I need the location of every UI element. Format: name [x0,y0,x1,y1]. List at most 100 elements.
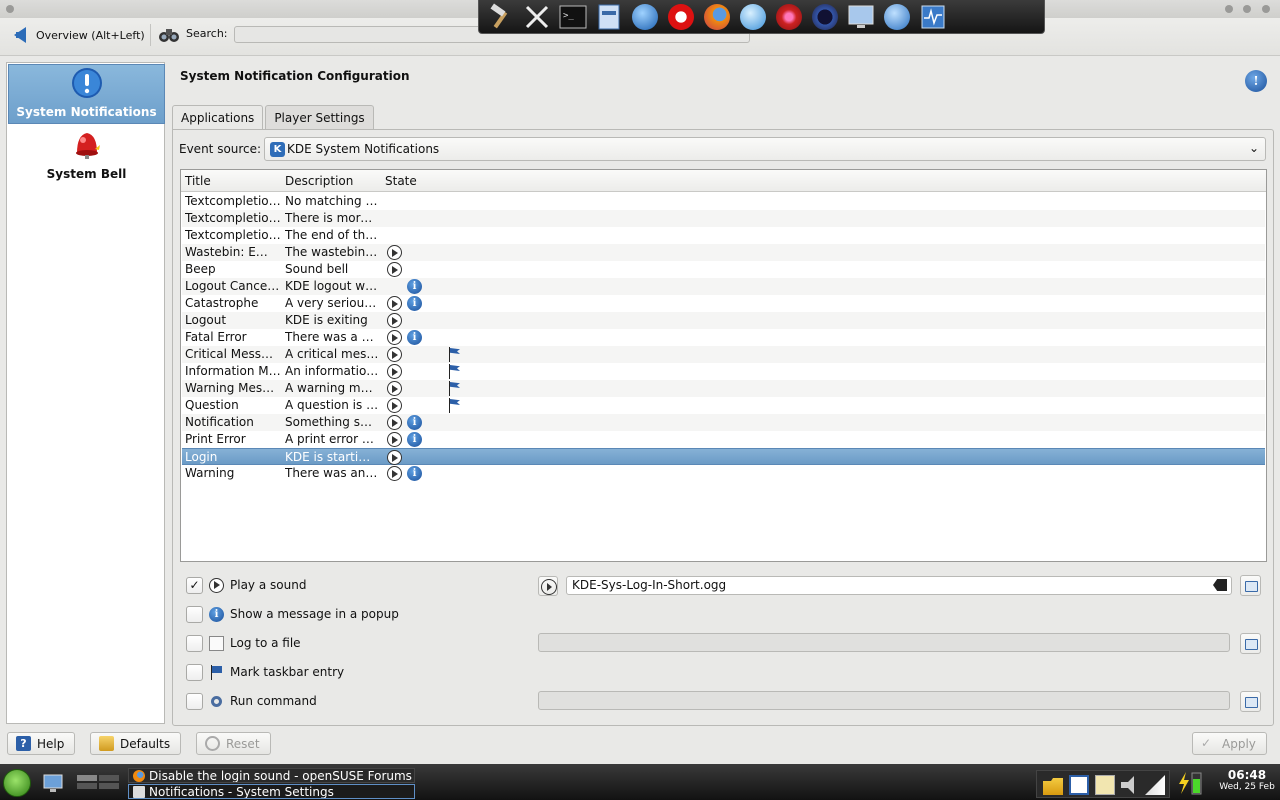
action-run-command: Run command [186,692,317,710]
table-row[interactable]: Print Error A print error h… i [182,431,1265,448]
close-dot-icon[interactable] [1262,5,1270,13]
table-row[interactable]: Login KDE is starti… [182,448,1265,465]
column-header-state[interactable]: State [385,174,417,188]
table-row[interactable]: Notification Something sp… i [182,414,1265,431]
file-manager-icon[interactable] [593,2,625,32]
check-icon: ✓ [1201,736,1212,750]
events-table: Title Description State Textcompletio… No… [180,169,1267,562]
calendar-icon[interactable] [1069,775,1089,795]
task-firefox[interactable]: Disable the login sound - openSUSE Forum… [128,768,415,783]
event-source-select[interactable]: K KDE System Notifications ⌄ [264,137,1266,161]
overview-back-label: Overview (Alt+Left) [36,28,145,42]
table-row[interactable]: Textcompletio… There is more… [182,210,1265,227]
system-monitor-icon[interactable] [917,2,949,32]
category-sidebar: System Notifications System Bell [6,62,165,724]
hammer-icon[interactable] [485,2,517,32]
table-row[interactable]: Warning There was an… i [182,465,1265,482]
window-menu-dot-icon[interactable] [6,5,14,13]
help-icon: ? [16,736,31,751]
run-command-checkbox[interactable] [186,692,203,710]
start-menu-icon[interactable] [3,769,31,797]
bug-icon[interactable] [773,2,805,32]
toolbar-separator [150,24,151,46]
action-taskbar: Mark taskbar entry [186,663,344,681]
sound-file-input[interactable]: KDE-Sys-Log-In-Short.ogg [566,576,1232,595]
volume-muted-icon[interactable] [1121,776,1134,794]
play-sound-state-icon [387,262,402,277]
row-description: Sound bell [285,262,349,276]
table-row[interactable]: Logout KDE is exiting [182,312,1265,329]
sidebar-item-system-notifications[interactable]: System Notifications [8,64,165,124]
task-system-settings[interactable]: Notifications - System Settings [128,784,415,799]
globe-icon[interactable] [629,2,661,32]
tab-bar: Applications Player Settings [172,105,376,130]
event-source-value: KDE System Notifications [287,142,440,156]
tab-applications[interactable]: Applications [172,105,264,130]
play-sound-state-icon [387,296,402,311]
defaults-button[interactable]: Defaults [90,732,182,755]
row-title: Textcompletio… [185,228,281,242]
display-icon[interactable] [845,2,877,32]
bell-icon [75,133,100,159]
column-header-title[interactable]: Title [185,174,211,188]
battery-icon[interactable] [1176,770,1206,796]
minimize-dot-icon[interactable] [1225,5,1233,13]
back-arrow-icon [14,27,26,43]
show-desktop-icon[interactable] [42,770,64,794]
log-file-input [538,633,1230,652]
firefox-icon[interactable] [701,2,733,32]
play-sound-checkbox[interactable]: ✓ [186,576,203,594]
table-row[interactable]: Question A question is … [182,397,1265,414]
table-row[interactable]: Logout Cance… KDE logout w… i [182,278,1265,295]
reset-button: Reset [196,732,271,755]
maximize-dot-icon[interactable] [1243,5,1251,13]
info-icon: ! [1245,70,1267,92]
table-row[interactable]: Beep Sound bell [182,261,1265,278]
play-sound-state-icon [387,313,402,328]
network-signal-icon[interactable] [1145,775,1165,795]
table-row[interactable]: Critical Mess… A critical mes… [182,346,1265,363]
log-file-label: Log to a file [230,636,301,650]
terminal-icon[interactable]: >_ [557,2,589,32]
row-description: A question is … [285,398,379,412]
application-dock: >_ [478,0,1045,34]
row-description: There was an… [285,466,378,480]
row-description: A very seriou… [285,296,377,310]
tab-player-settings[interactable]: Player Settings [265,105,374,129]
overview-back-button[interactable]: Overview (Alt+Left) [8,23,151,47]
chat-icon[interactable] [737,2,769,32]
dolphin-icon[interactable] [881,2,913,32]
browse-command-button [1240,691,1261,712]
system-tray [1036,770,1170,798]
sound-preview-button[interactable] [538,576,558,596]
sidebar-item-label: System Bell [46,167,127,181]
column-header-description[interactable]: Description [285,174,353,188]
table-row[interactable]: Warning Mes… A warning me… [182,380,1265,397]
table-row[interactable]: Information M… An informatio… [182,363,1265,380]
clock[interactable]: 06:48 Wed, 25 Feb [1216,768,1278,792]
sidebar-item-system-bell[interactable]: System Bell [8,125,165,185]
help-button[interactable]: ? Help [7,732,76,755]
folder-icon[interactable] [1043,778,1063,795]
table-row[interactable]: Wastebin: E… The wastebin … [182,244,1265,261]
pager-icon[interactable] [76,770,122,794]
table-row[interactable]: Textcompletio… The end of th… [182,227,1265,244]
log-file-checkbox[interactable] [186,634,203,652]
play-sound-state-icon [387,466,402,481]
taskbar-checkbox[interactable] [186,663,203,681]
row-title: Question [185,398,239,412]
row-title: Fatal Error [185,330,247,344]
row-description: The wastebin … [285,245,379,259]
row-title: Critical Mess… [185,347,274,361]
opera-icon[interactable] [665,2,697,32]
table-row[interactable]: Fatal Error There was a … i [182,329,1265,346]
table-row[interactable]: Catastrophe A very seriou… i [182,295,1265,312]
clipboard-icon[interactable] [1095,775,1115,795]
popup-checkbox[interactable] [186,605,203,623]
table-row[interactable]: Textcompletio… No matching … [182,193,1265,210]
browse-sound-button[interactable] [1240,575,1261,596]
play-sound-state-icon [387,450,402,465]
glasses-icon[interactable] [809,2,841,32]
tools-icon[interactable] [521,2,553,32]
row-title: Warning Mes… [185,381,275,395]
